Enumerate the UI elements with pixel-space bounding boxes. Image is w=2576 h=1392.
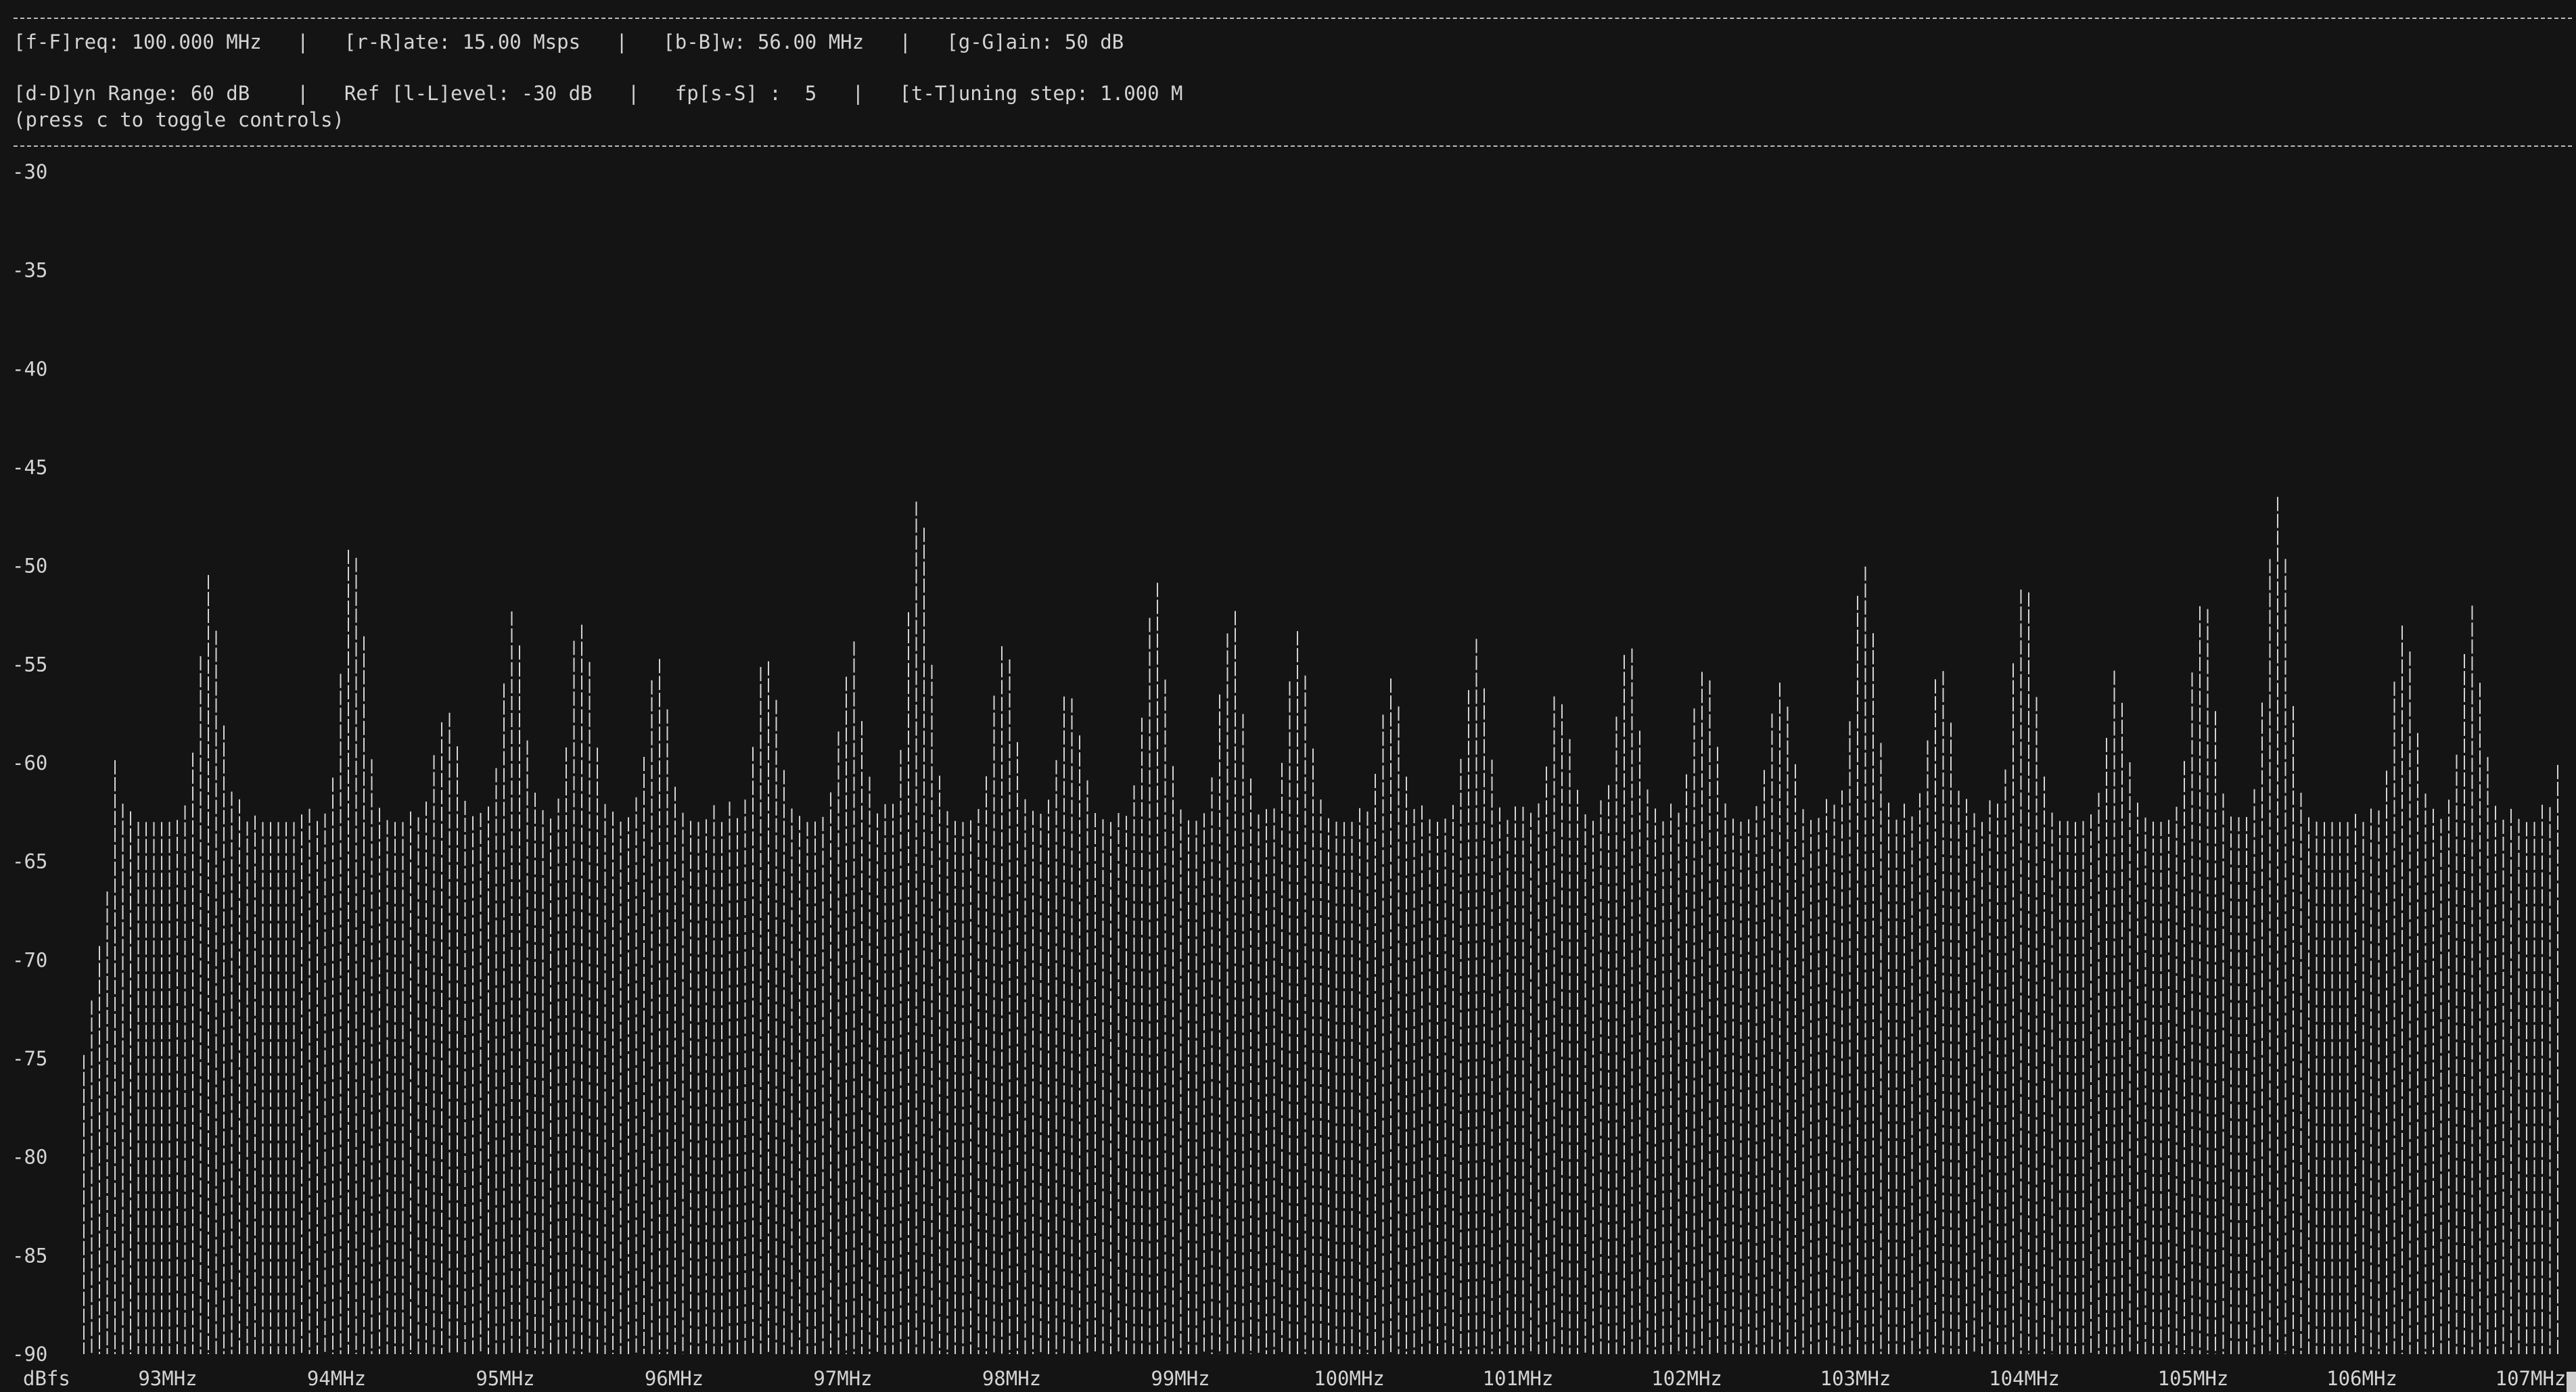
x-tick-label: 96MHz — [645, 1367, 704, 1390]
y-tick-label: -75 — [12, 1047, 47, 1070]
spectrum-bars — [83, 496, 2558, 1354]
y-tick-label: -60 — [12, 751, 47, 774]
x-tick-label: 95MHz — [476, 1367, 534, 1390]
x-tick-label: 94MHz — [307, 1367, 366, 1390]
spectrum-chart: -30 -35 -40 -45 -50 -55 -60 -65 -70 -75 -80 -85 -90 9… — [12, 160, 2567, 1390]
y-tick-label: -45 — [12, 456, 47, 479]
x-tick-label: 106MHz — [2326, 1367, 2397, 1390]
x-tick-label: 99MHz — [1151, 1367, 1210, 1390]
x-tick-label: 103MHz — [1820, 1367, 1891, 1390]
x-tick-label: 107MHz — [2496, 1367, 2567, 1390]
x-tick-label: 105MHz — [2158, 1367, 2229, 1390]
y-tick-label: -50 — [12, 555, 47, 578]
x-tick-label: 93MHz — [138, 1367, 197, 1390]
y-tick-label: -55 — [12, 653, 47, 676]
y-tick-label: -90 — [12, 1343, 47, 1366]
x-tick-label: 100MHz — [1314, 1367, 1385, 1390]
y-tick-label: -85 — [12, 1244, 47, 1267]
y-tick-label: -40 — [12, 357, 47, 380]
x-tick-label: 101MHz — [1483, 1367, 1554, 1390]
y-tick-label: -30 — [12, 160, 47, 183]
x-tick-label: 104MHz — [1989, 1367, 2060, 1390]
y-tick-label: -80 — [12, 1146, 47, 1169]
y-unit-label: dBfs — [23, 1367, 70, 1390]
y-tick-label: -35 — [12, 259, 47, 282]
x-tick-label: 97MHz — [813, 1367, 872, 1390]
x-tick-label: 98MHz — [982, 1367, 1041, 1390]
x-tick-label: 102MHz — [1651, 1367, 1722, 1390]
y-tick-label: -70 — [12, 948, 47, 971]
terminal-cursor — [2567, 1372, 2576, 1392]
y-tick-label: -65 — [12, 850, 47, 873]
